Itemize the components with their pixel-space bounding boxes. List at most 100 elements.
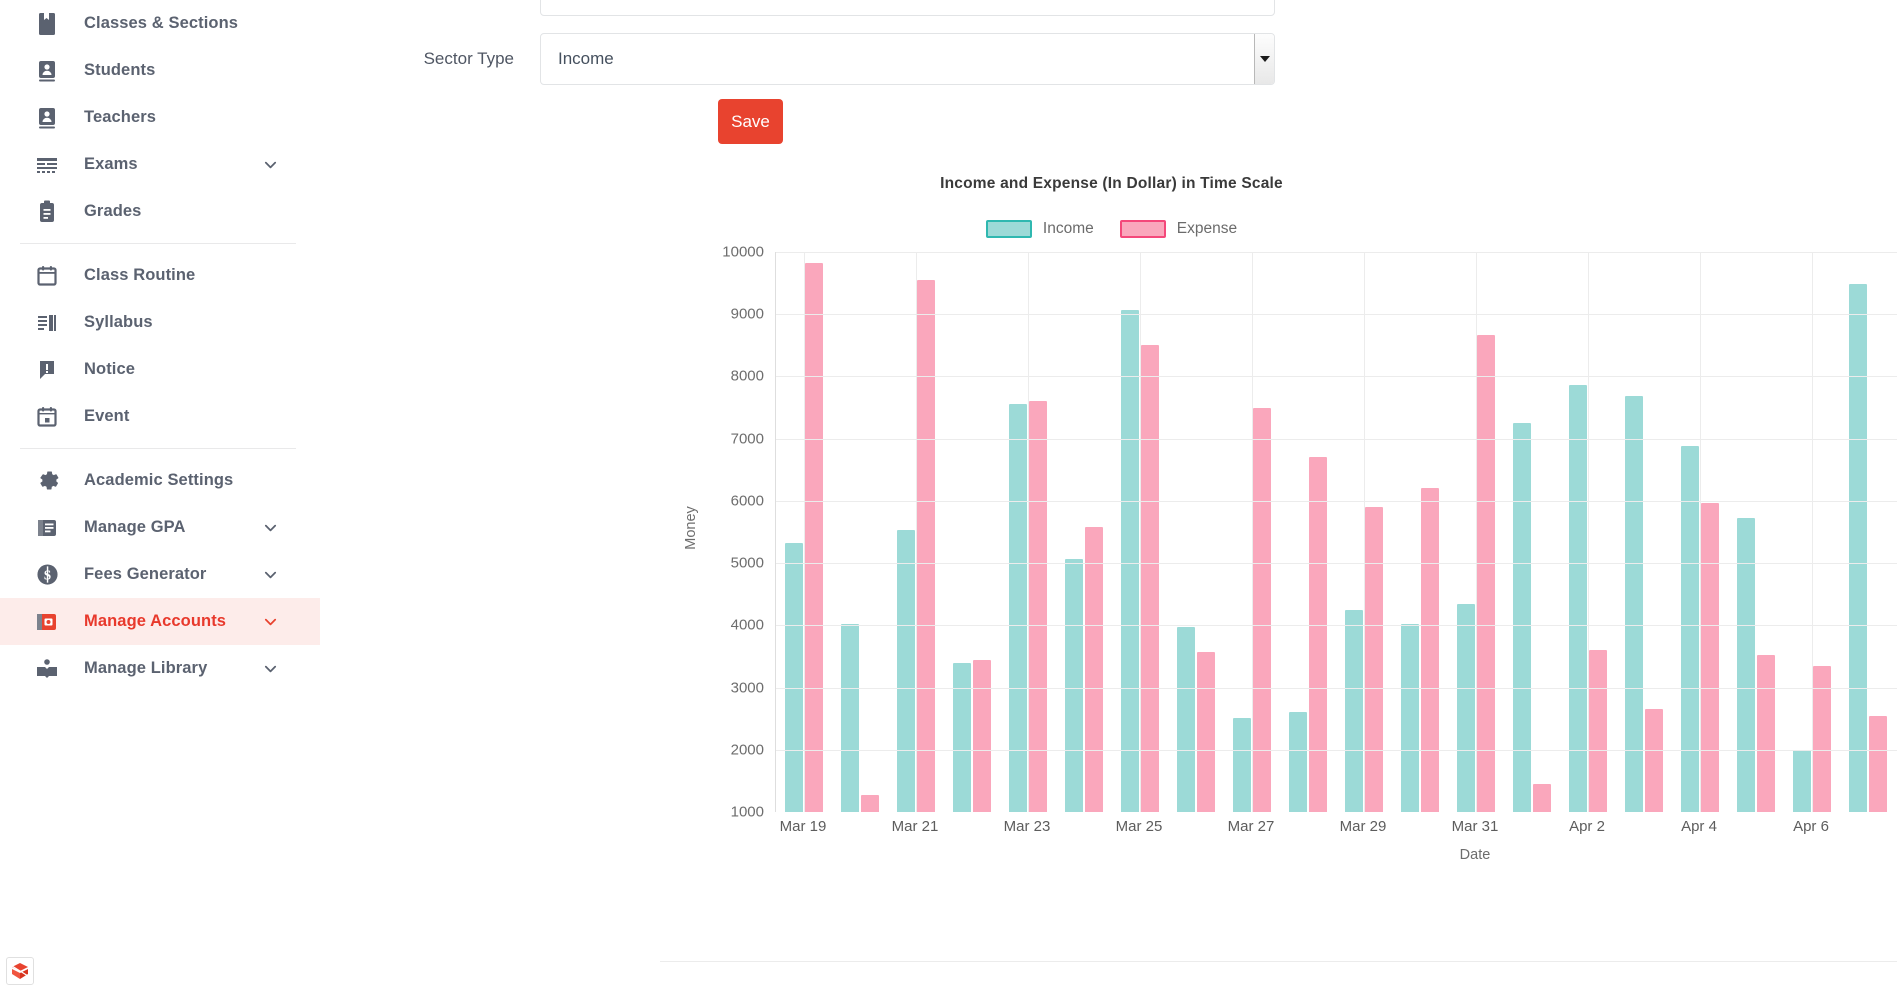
- event-calendar-icon: [34, 404, 60, 430]
- brand-logo-icon[interactable]: [6, 957, 34, 985]
- chevron-down-icon[interactable]: [263, 614, 278, 629]
- sector-type-select[interactable]: [540, 33, 1275, 85]
- bar-expense-apr-2[interactable]: [1589, 650, 1607, 812]
- y-tick-label: 4000: [730, 616, 764, 634]
- bar-income-apr-1[interactable]: [1513, 422, 1531, 812]
- bookmark-icon: [34, 11, 60, 37]
- sidebar-item-teachers[interactable]: Teachers: [0, 94, 320, 141]
- chevron-down-icon[interactable]: [263, 661, 278, 676]
- sidebar-item-syllabus[interactable]: Syllabus: [0, 299, 320, 346]
- bar-income-apr-7[interactable]: [1849, 283, 1867, 812]
- list-lines-icon: [34, 152, 60, 178]
- sidebar-item-fees-generator[interactable]: S Fees Generator: [0, 551, 320, 598]
- sidebar-item-grades[interactable]: Grades: [0, 188, 320, 235]
- x-tick-label: Mar 25: [1115, 818, 1163, 835]
- chevron-down-icon[interactable]: [263, 520, 278, 535]
- bar-expense-mar-28[interactable]: [1309, 457, 1327, 812]
- sidebar-item-label: Manage Accounts: [84, 612, 227, 630]
- y-tick-label: 10000: [722, 243, 764, 261]
- bar-expense-mar-20[interactable]: [861, 795, 879, 812]
- y-axis-ticks: 1000 2000 3000 4000 5000 6000 7000 8000 9000 1000…: [706, 244, 764, 821]
- sidebar-item-label: Academic Settings: [84, 471, 234, 489]
- bar-income-apr-2[interactable]: [1569, 385, 1587, 812]
- chart-legend: Income Expense: [320, 220, 1897, 238]
- sidebar-item-manage-gpa[interactable]: Manage GPA: [0, 504, 320, 551]
- bar-expense-mar-31[interactable]: [1477, 335, 1495, 812]
- legend-item-income[interactable]: Income: [985, 220, 1094, 238]
- chevron-down-icon[interactable]: [263, 157, 278, 172]
- sidebar-item-manage-library[interactable]: Manage Library: [0, 645, 320, 692]
- legend-swatch-expense: [1119, 220, 1166, 238]
- grid-line-vertical: [1252, 252, 1253, 812]
- open-book-icon: [34, 656, 60, 682]
- bar-income-mar-26[interactable]: [1177, 626, 1195, 812]
- x-tick-label: Mar 27: [1227, 818, 1275, 835]
- grid-line-vertical: [1140, 252, 1141, 812]
- bar-income-apr-5[interactable]: [1737, 517, 1755, 812]
- sidebar-item-label: Students: [84, 61, 156, 79]
- sector-type-row: Sector Type: [320, 33, 1275, 85]
- bar-income-mar-29[interactable]: [1345, 610, 1363, 812]
- sidebar-item-exams[interactable]: Exams: [0, 141, 320, 188]
- id-card-icon: [34, 58, 60, 84]
- sidebar-item-event[interactable]: Event: [0, 393, 320, 440]
- sidebar-item-manage-accounts[interactable]: Manage Accounts: [0, 598, 320, 645]
- bar-expense-mar-19[interactable]: [805, 262, 823, 812]
- sidebar-item-label: Class Routine: [84, 266, 196, 284]
- grid-line-vertical: [1028, 252, 1029, 812]
- chevron-down-icon[interactable]: [263, 567, 278, 582]
- bar-income-mar-31[interactable]: [1457, 604, 1475, 812]
- sector-name-input[interactable]: [540, 0, 1275, 16]
- bar-income-mar-28[interactable]: [1289, 711, 1307, 812]
- bar-income-mar-30[interactable]: [1401, 623, 1419, 812]
- sidebar-item-label: Event: [84, 407, 130, 425]
- grid-line-vertical: [804, 252, 805, 812]
- x-tick-label: Apr 6: [1793, 818, 1829, 835]
- book-lines-icon: [34, 310, 60, 336]
- bar-income-mar-24[interactable]: [1065, 559, 1083, 812]
- bar-expense-mar-21[interactable]: [917, 280, 935, 812]
- bar-income-mar-25[interactable]: [1121, 309, 1139, 812]
- bar-expense-mar-22[interactable]: [973, 660, 991, 812]
- chevron-down-icon[interactable]: [1254, 34, 1274, 84]
- bar-expense-mar-30[interactable]: [1421, 488, 1439, 812]
- grid-line-horizontal: [776, 563, 1897, 565]
- y-tick-label: 7000: [730, 430, 764, 448]
- bar-income-mar-20[interactable]: [841, 623, 859, 812]
- bar-expense-mar-29[interactable]: [1365, 507, 1383, 812]
- bar-expense-apr-3[interactable]: [1645, 708, 1663, 812]
- bar-income-mar-22[interactable]: [953, 663, 971, 812]
- bar-expense-apr-7[interactable]: [1869, 716, 1887, 812]
- bar-income-mar-23[interactable]: [1009, 403, 1027, 812]
- bar-expense-mar-25[interactable]: [1141, 345, 1159, 812]
- sidebar-item-notice[interactable]: Notice: [0, 346, 320, 393]
- bar-income-mar-19[interactable]: [785, 542, 803, 812]
- save-button[interactable]: Save: [718, 99, 783, 144]
- calendar-icon: [34, 263, 60, 289]
- grid-line-vertical: [1364, 252, 1365, 812]
- bar-expense-apr-4[interactable]: [1701, 502, 1719, 812]
- gpa-card-icon: [34, 515, 60, 541]
- bar-expense-apr-5[interactable]: [1757, 654, 1775, 812]
- legend-item-expense[interactable]: Expense: [1119, 220, 1238, 238]
- sidebar-item-label: Manage GPA: [84, 518, 186, 536]
- grid-line-vertical: [916, 252, 917, 812]
- bar-income-mar-27[interactable]: [1233, 718, 1251, 812]
- sidebar-item-label: Teachers: [84, 108, 157, 126]
- y-tick-label: 5000: [730, 554, 764, 572]
- legend-label-expense: Expense: [1176, 220, 1238, 237]
- id-card-icon: [34, 105, 60, 131]
- sidebar-item-class-routine[interactable]: Class Routine: [0, 252, 320, 299]
- sidebar-item-classes-sections[interactable]: Classes & Sections: [0, 0, 320, 47]
- bar-income-apr-6[interactable]: [1793, 750, 1811, 812]
- sidebar-item-students[interactable]: Students: [0, 47, 320, 94]
- sidebar-item-academic-settings[interactable]: Academic Settings: [0, 457, 320, 504]
- bar-expense-mar-24[interactable]: [1085, 527, 1103, 812]
- grid-line-horizontal: [776, 500, 1897, 502]
- bar-income-mar-21[interactable]: [897, 529, 915, 812]
- bar-expense-apr-1[interactable]: [1533, 784, 1551, 812]
- chart-title: Income and Expense (In Dollar) in Time S…: [940, 175, 1283, 192]
- sidebar-item-label: Manage Library: [84, 659, 208, 677]
- bar-expense-mar-26[interactable]: [1197, 652, 1215, 812]
- bar-expense-mar-27[interactable]: [1253, 408, 1271, 812]
